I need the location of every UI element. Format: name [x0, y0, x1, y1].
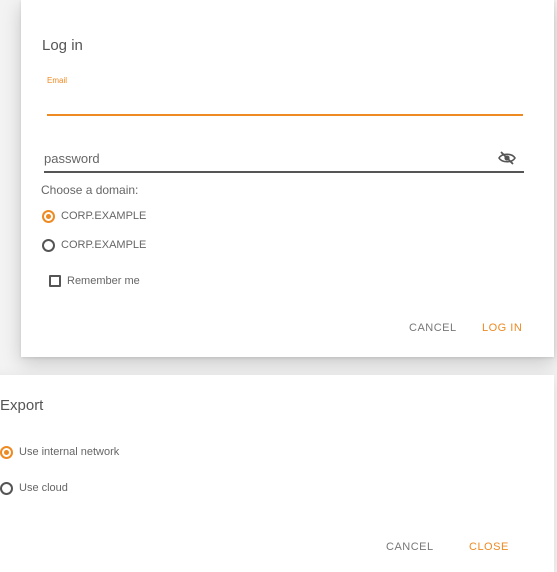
domain-option-2[interactable]: CORP.EXAMPLE: [42, 236, 146, 254]
radio-checked-icon: [0, 445, 13, 459]
export-option-internal[interactable]: Use internal network: [0, 443, 119, 461]
export-dialog: Export Use internal network Use cloud CA…: [0, 375, 554, 572]
remember-me-label: Remember me: [67, 275, 140, 287]
radio-checked-icon: [42, 209, 55, 223]
password-field[interactable]: [44, 145, 494, 171]
export-title: Export: [0, 397, 44, 414]
login-dialog: Log in Email Choose a domain: CORP.EXAMP…: [21, 0, 554, 357]
login-cancel-button[interactable]: CANCEL: [409, 322, 457, 334]
email-label: Email: [47, 76, 68, 85]
email-field[interactable]: [47, 92, 523, 116]
export-option-label: Use internal network: [19, 446, 120, 458]
domain-option-1[interactable]: CORP.EXAMPLE: [42, 207, 146, 225]
export-option-label: Use cloud: [19, 482, 68, 494]
eye-slash-icon[interactable]: [498, 150, 516, 166]
login-title: Log in: [42, 37, 83, 54]
checkbox-icon: [49, 275, 61, 287]
export-cancel-button[interactable]: CANCEL: [386, 541, 434, 553]
export-close-button[interactable]: CLOSE: [469, 541, 509, 553]
radio-unchecked-icon: [42, 238, 55, 252]
radio-unchecked-icon: [0, 481, 13, 495]
domain-option-label: CORP.EXAMPLE: [61, 239, 147, 251]
login-submit-button[interactable]: LOG IN: [482, 322, 522, 334]
password-underline: [44, 171, 524, 173]
remember-me-checkbox[interactable]: Remember me: [49, 272, 140, 290]
export-option-cloud[interactable]: Use cloud: [0, 479, 68, 497]
domain-group-label: Choose a domain:: [41, 183, 139, 197]
domain-option-label: CORP.EXAMPLE: [61, 210, 147, 222]
